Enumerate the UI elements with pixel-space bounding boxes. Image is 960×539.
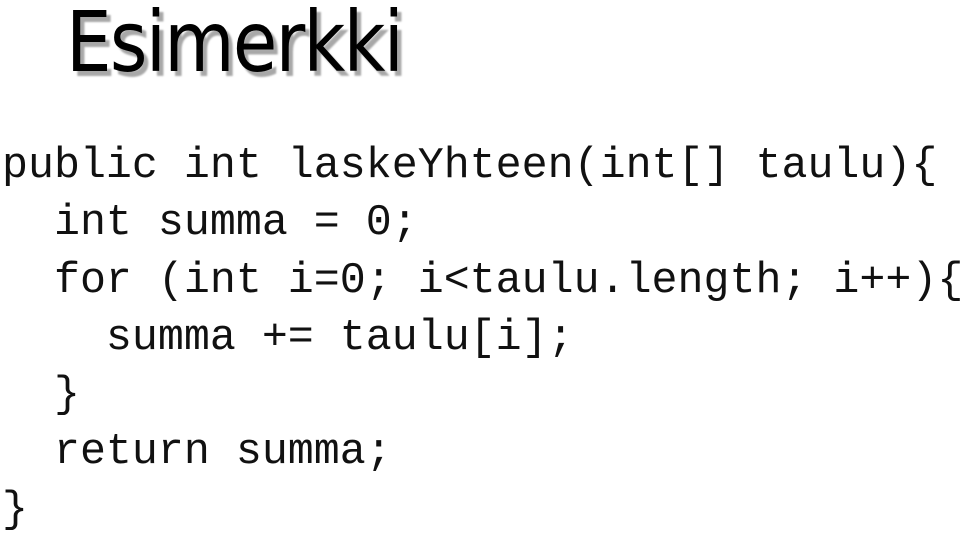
code-block: public int laskeYhteen(int[] taulu){ int… [2,138,960,539]
code-line-return: return summa; [2,428,392,478]
code-line-declare-sum: int summa = 0; [2,199,418,249]
code-line-loop-close: } [2,371,80,421]
code-line-accumulate: summa += taulu[i]; [2,313,574,363]
slide-title: Esimerkki [66,0,404,91]
code-line-for-loop: for (int i=0; i<taulu.length; i++){ [2,256,960,306]
code-line-method-close: } [2,485,28,535]
code-line-method-signature: public int laskeYhteen(int[] taulu){ [2,142,938,191]
